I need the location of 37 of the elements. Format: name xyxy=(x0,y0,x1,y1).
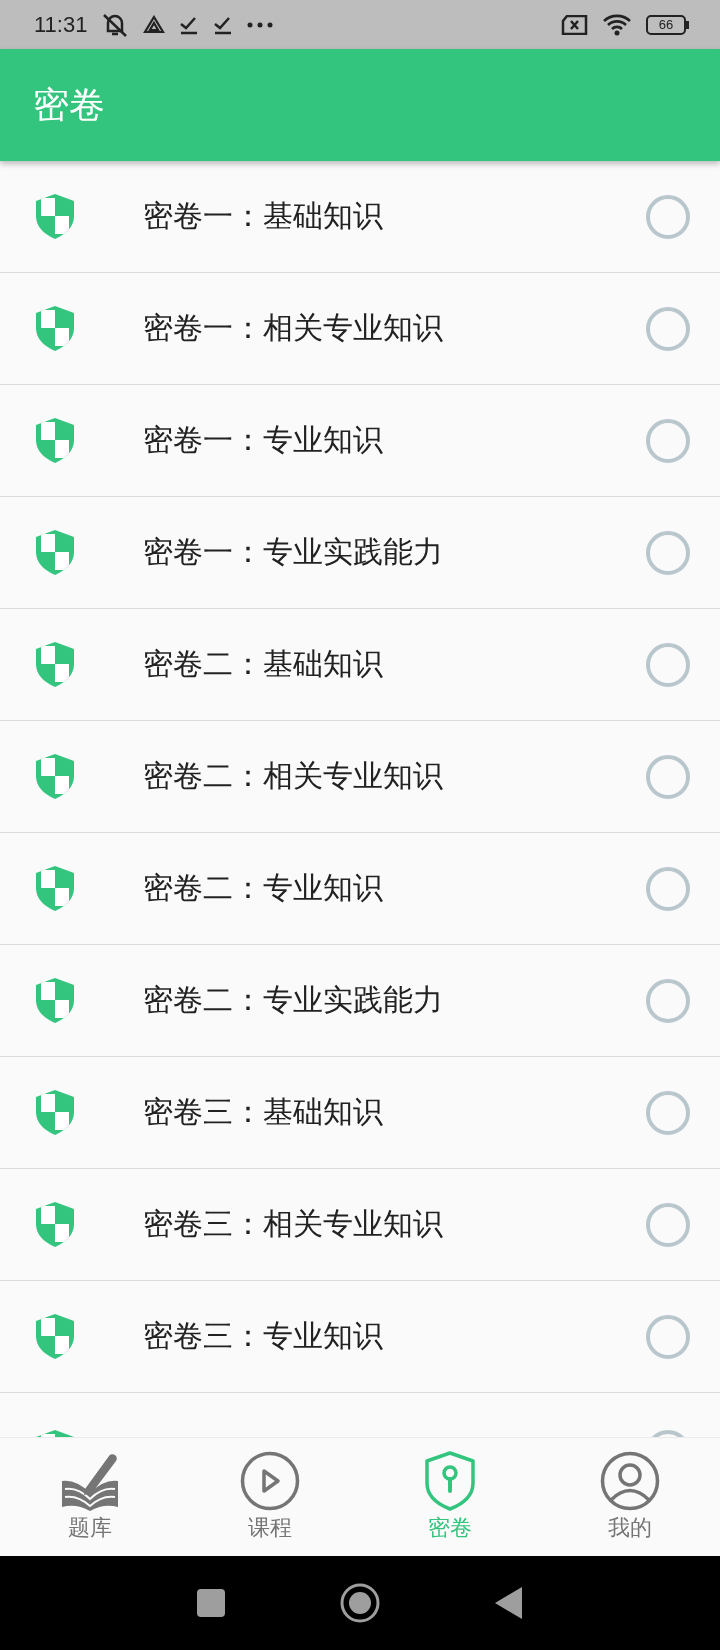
shield-icon xyxy=(36,530,74,575)
person-icon xyxy=(600,1451,660,1511)
more-icon xyxy=(247,21,274,28)
paper-title: 密卷一：专业知识 xyxy=(143,421,384,459)
paper-title: 密卷二：基础知识 xyxy=(143,645,384,683)
back-button[interactable] xyxy=(495,1587,523,1619)
paper-title: 密卷二：专业知识 xyxy=(143,869,384,907)
triangle-icon xyxy=(143,14,166,35)
shield-icon xyxy=(36,866,74,911)
paper-title: 密卷一：相关专业知识 xyxy=(143,309,444,347)
shield-icon xyxy=(36,306,74,351)
shield-icon xyxy=(36,418,74,463)
shield-icon xyxy=(36,978,74,1023)
paper-title: 密卷二：相关专业知识 xyxy=(143,757,444,795)
clock: 11:31 xyxy=(34,11,88,38)
shield-icon xyxy=(36,1202,74,1247)
paper-title: 密卷三：专业知识 xyxy=(143,1317,384,1355)
shield-icon xyxy=(36,194,74,239)
play-icon xyxy=(240,1451,300,1511)
paper-title: 密卷一：基础知识 xyxy=(143,197,384,235)
paper-title: 密卷三：基础知识 xyxy=(143,1093,384,1131)
paper-title: 密卷二：专业实践能力 xyxy=(143,981,444,1019)
wifi-icon xyxy=(602,12,632,37)
sim-off-icon xyxy=(561,14,588,35)
nav-tab[interactable]: 题库 xyxy=(0,1438,180,1556)
shield-icon xyxy=(36,1314,74,1359)
paper-title: 密卷一：专业实践能力 xyxy=(143,533,444,571)
book-pencil-icon xyxy=(60,1451,120,1511)
shield-icon xyxy=(36,642,74,687)
paper-title: 密卷三：相关专业知识 xyxy=(143,1205,444,1243)
shield-icon xyxy=(36,1090,74,1135)
nav-tab[interactable]: 课程 xyxy=(180,1438,360,1556)
app-title: 密卷 xyxy=(33,82,105,127)
shield-icon xyxy=(36,754,74,799)
home-button[interactable] xyxy=(340,1583,380,1623)
shield-keyhole-icon xyxy=(424,1451,476,1511)
nav-tab[interactable]: 我的 xyxy=(540,1438,720,1556)
